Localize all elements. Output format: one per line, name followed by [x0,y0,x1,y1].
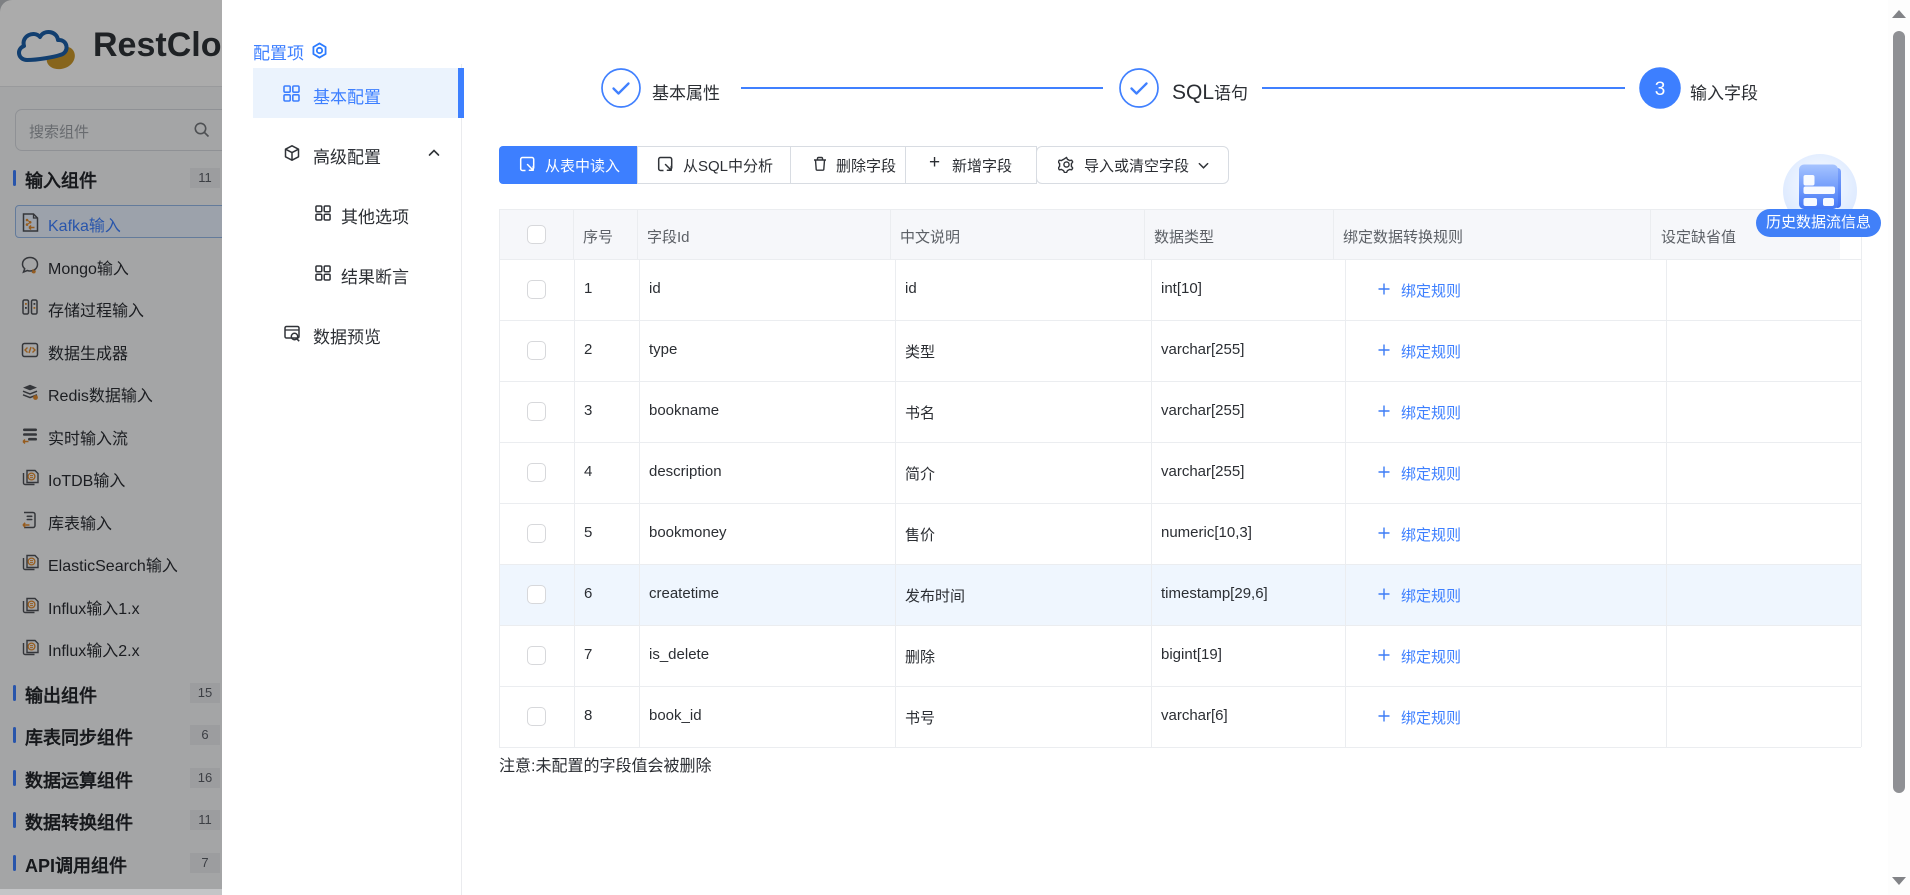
svg-text:3: 3 [1655,79,1666,100]
